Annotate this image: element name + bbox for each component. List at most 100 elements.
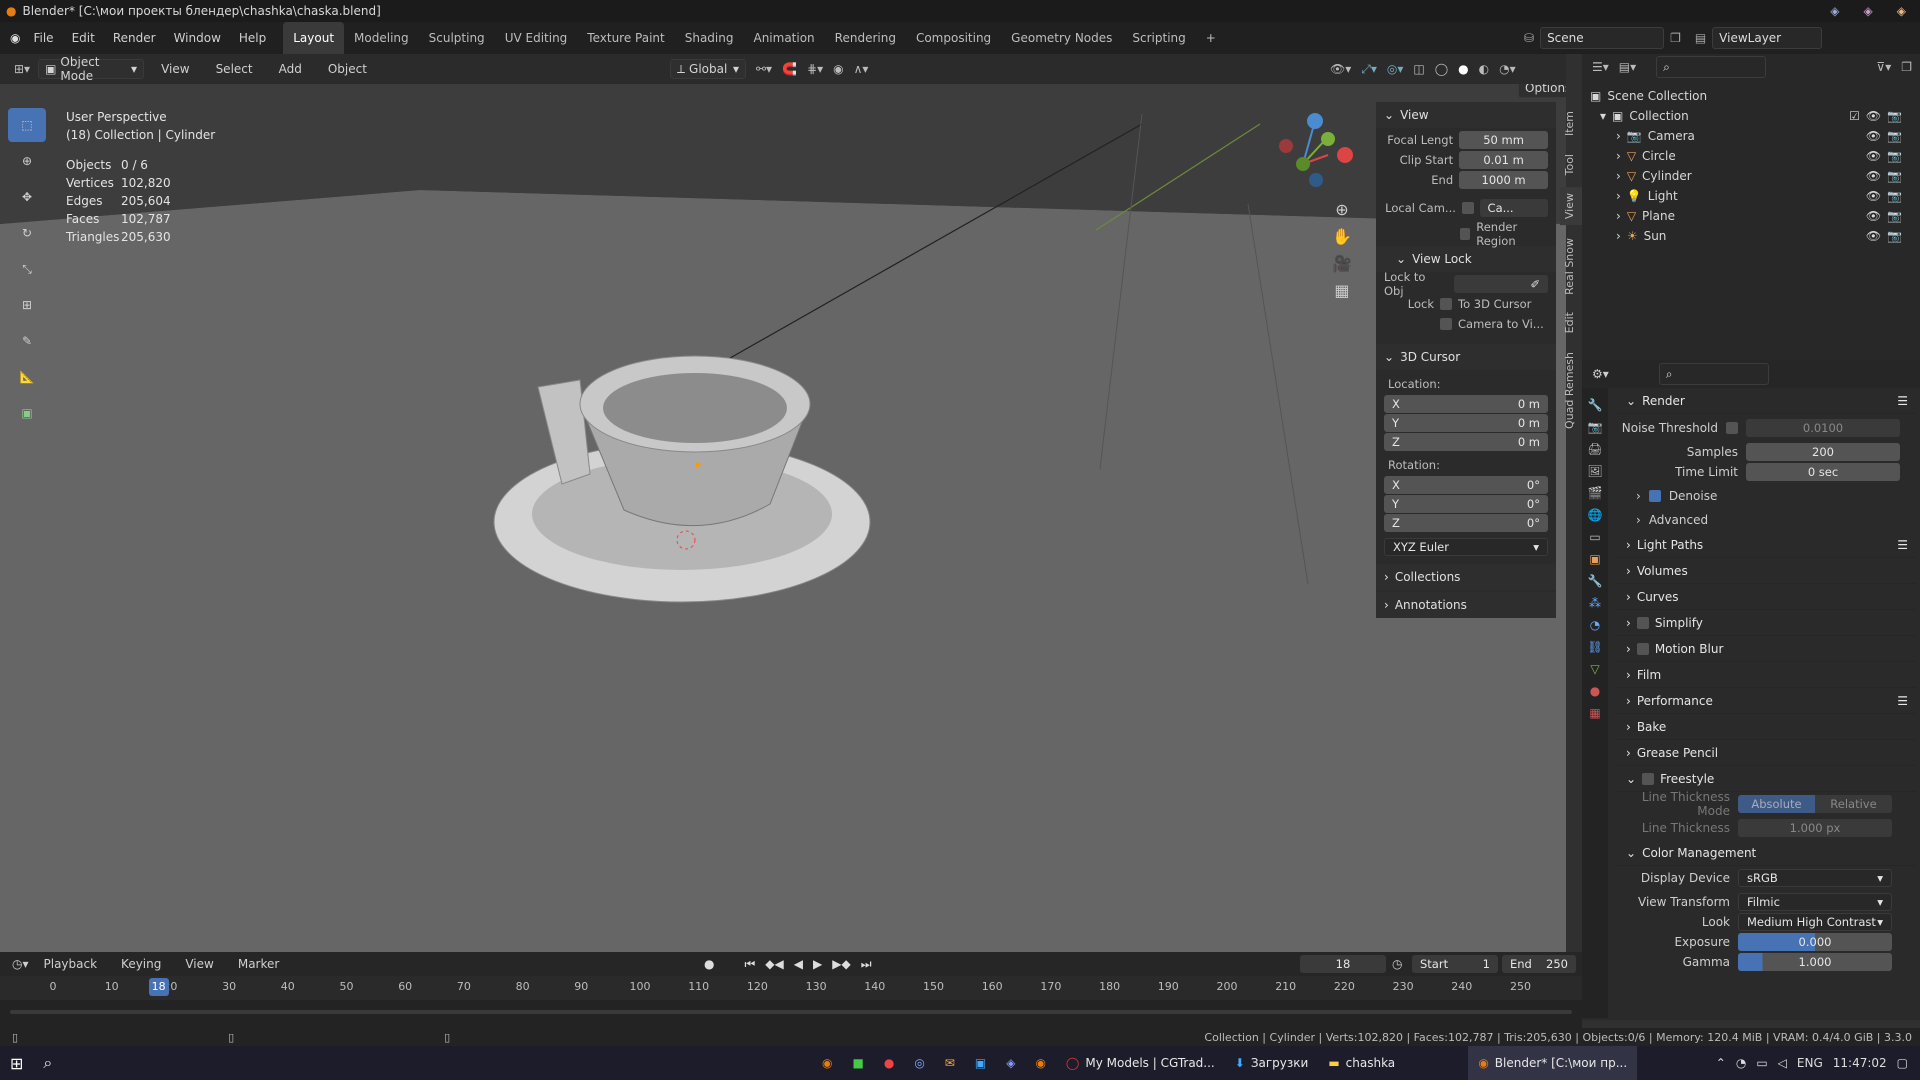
- list-icon[interactable]: ☰: [1897, 394, 1916, 408]
- section-motion-blur[interactable]: › Motion Blur: [1616, 636, 1916, 662]
- focal-length-field[interactable]: 50 mm: [1459, 131, 1548, 149]
- vp-menu-object[interactable]: Object: [319, 53, 376, 85]
- rotate-tool[interactable]: ↻: [8, 216, 46, 250]
- cursor-loc-z[interactable]: Z0 m: [1384, 433, 1548, 451]
- tray-chevron-icon[interactable]: ⌃: [1716, 1056, 1726, 1070]
- falloff-icon[interactable]: ∧▾: [854, 62, 869, 76]
- clock-icon[interactable]: ◷: [1392, 957, 1402, 971]
- collection-props-icon[interactable]: ▭: [1589, 530, 1600, 544]
- outliner-item-cylinder[interactable]: › ▽ Cylinder 👁📷: [1582, 166, 1920, 186]
- filter-icon[interactable]: ⊽▾: [1876, 60, 1891, 74]
- data-props-icon[interactable]: ▽: [1590, 662, 1599, 676]
- material-props-icon[interactable]: ●: [1590, 684, 1600, 698]
- taskbar-downloads[interactable]: ⬇ Загрузки: [1225, 1046, 1319, 1080]
- gamma-slider[interactable]: 1.000: [1738, 953, 1892, 971]
- taskbar-folder[interactable]: ▬ chashka: [1318, 1046, 1468, 1080]
- time-limit-field[interactable]: 0 sec: [1746, 463, 1900, 481]
- properties-editor-icon[interactable]: ⚙▾: [1592, 367, 1609, 381]
- menu-edit[interactable]: Edit: [63, 22, 104, 54]
- new-collection-icon[interactable]: ❐: [1901, 60, 1920, 74]
- 3d-viewport[interactable]: ⊕ ✋ 🎥 ▦ ▦ ▦ ▦ ▦ ▦ ⬚ ⊕ ✥ ↻ ⤡ ⊞ ✎ 📐 ▣ User…: [0, 84, 1566, 952]
- rendered-shading-icon[interactable]: ◔▾: [1499, 62, 1516, 76]
- menu-help[interactable]: Help: [230, 22, 275, 54]
- tab-layout[interactable]: Layout: [283, 22, 345, 54]
- add-cube-tool[interactable]: ▣: [8, 396, 46, 430]
- proportional-edit-icon[interactable]: ◉: [833, 62, 843, 76]
- mode-selector[interactable]: ▣ Object Mode ▾: [38, 55, 145, 83]
- render-region-checkbox[interactable]: [1460, 228, 1471, 240]
- clip-end-field[interactable]: 1000 m: [1459, 171, 1548, 189]
- outliner-item-camera[interactable]: › 📷 Camera 👁📷: [1582, 126, 1920, 146]
- render-props-icon[interactable]: 📷: [1588, 420, 1603, 434]
- pivot-icon[interactable]: ⚯▾: [756, 62, 772, 76]
- scale-tool[interactable]: ⤡: [8, 252, 46, 286]
- mail-app-icon[interactable]: ✉: [935, 1046, 965, 1080]
- visibility-toggles[interactable]: 👁📷: [1866, 149, 1908, 163]
- tab-modeling[interactable]: Modeling: [344, 22, 419, 54]
- outliner-item-circle[interactable]: › ▽ Circle 👁📷: [1582, 146, 1920, 166]
- tab-animation[interactable]: Animation: [743, 22, 824, 54]
- wireframe-shading-icon[interactable]: ◯: [1435, 62, 1448, 76]
- look-select[interactable]: Medium High Contrast ▾: [1738, 913, 1892, 931]
- blender-app-icon[interactable]: ◉: [812, 1046, 842, 1080]
- visibility-icon[interactable]: 👁▾: [1330, 62, 1351, 76]
- advanced-row[interactable]: › Advanced: [1616, 508, 1916, 532]
- jump-start-icon[interactable]: ⏮: [744, 957, 755, 972]
- playhead[interactable]: 18: [148, 978, 169, 996]
- play-icon[interactable]: ▶: [813, 957, 822, 971]
- viewlayer-selector[interactable]: ViewLayer: [1712, 27, 1823, 49]
- visibility-toggles[interactable]: 👁📷: [1866, 209, 1908, 223]
- cursor-rot-y[interactable]: Y 0°: [1384, 495, 1548, 513]
- tab-texture-paint[interactable]: Texture Paint: [577, 22, 674, 54]
- tab-quad-remesh[interactable]: Quad Remesh: [1560, 346, 1582, 435]
- steam-app-icon[interactable]: ◎: [904, 1046, 934, 1080]
- section-performance[interactable]: › Performance ☰: [1616, 688, 1916, 714]
- camera-to-view-checkbox[interactable]: [1440, 318, 1452, 330]
- notification-icon[interactable]: ▢: [1897, 1056, 1908, 1070]
- visibility-toggles[interactable]: 👁📷: [1866, 189, 1908, 203]
- menu-file[interactable]: File: [24, 22, 62, 54]
- denoise-checkbox[interactable]: [1648, 490, 1661, 502]
- display-device-select[interactable]: sRGB ▾: [1738, 869, 1892, 887]
- grid-view-icon[interactable]: ▦: [1334, 281, 1349, 300]
- clip-start-field[interactable]: 0.01 m: [1459, 151, 1548, 169]
- section-grease-pencil[interactable]: › Grease Pencil: [1616, 740, 1916, 766]
- blender-menu-icon[interactable]: ◉: [10, 31, 20, 45]
- next-keyframe-icon[interactable]: ▶◆: [832, 957, 850, 971]
- tab-edit[interactable]: Edit: [1560, 306, 1582, 339]
- menu-keying[interactable]: Keying: [112, 952, 170, 976]
- timeline-scrollbar[interactable]: [10, 1010, 1572, 1014]
- options-button[interactable]: Options▾: [1518, 84, 1566, 98]
- outliner-item-light[interactable]: › 💡 Light 👁📷: [1582, 186, 1920, 206]
- pan-icon[interactable]: ✋: [1332, 227, 1352, 246]
- view-transform-select[interactable]: Filmic ▾: [1738, 893, 1892, 911]
- menu-window[interactable]: Window: [165, 22, 230, 54]
- camera-view-icon[interactable]: 🎥: [1332, 254, 1352, 273]
- search-icon[interactable]: ⌕: [33, 1046, 62, 1080]
- lock-to-object-field[interactable]: ✐: [1454, 275, 1548, 293]
- move-tool[interactable]: ✥: [8, 180, 46, 214]
- select-box-tool[interactable]: ⬚: [8, 108, 46, 142]
- gizmo-icon[interactable]: ⤢▾: [1361, 62, 1377, 77]
- cursor-rot-x[interactable]: X 0°: [1384, 476, 1548, 494]
- ghost-icon-2[interactable]: ◈: [1864, 4, 1873, 18]
- scene-collection-row[interactable]: ▣ Scene Collection: [1582, 86, 1920, 106]
- outliner-editor-icon[interactable]: ☰▾: [1592, 60, 1609, 74]
- view-layer-props-icon[interactable]: 🖼: [1587, 464, 1602, 478]
- outliner-item-plane[interactable]: › ▽ Plane 👁📷: [1582, 206, 1920, 226]
- visibility-toggles[interactable]: 👁📷: [1866, 229, 1908, 243]
- collection-row[interactable]: ▾ ▣ Collection ☑👁📷: [1582, 106, 1920, 126]
- section-color-management[interactable]: ⌄ Color Management: [1616, 840, 1916, 866]
- particles-props-icon[interactable]: ⁂: [1589, 596, 1601, 610]
- visibility-toggles[interactable]: 👁📷: [1866, 169, 1908, 183]
- wifi-icon[interactable]: ◔: [1736, 1056, 1746, 1070]
- cursor-loc-x[interactable]: X0 m: [1384, 395, 1548, 413]
- section-freestyle[interactable]: ⌄ Freestyle: [1616, 766, 1916, 792]
- current-frame-field[interactable]: 18: [1300, 955, 1386, 973]
- section-bake[interactable]: › Bake: [1616, 714, 1916, 740]
- start-frame-field[interactable]: Start 1: [1412, 955, 1498, 973]
- lock-to-cursor-checkbox[interactable]: [1440, 298, 1452, 310]
- outliner-search[interactable]: ⌕: [1656, 56, 1767, 78]
- vp-menu-add[interactable]: Add: [270, 53, 311, 85]
- relative-toggle[interactable]: Relative: [1815, 795, 1892, 813]
